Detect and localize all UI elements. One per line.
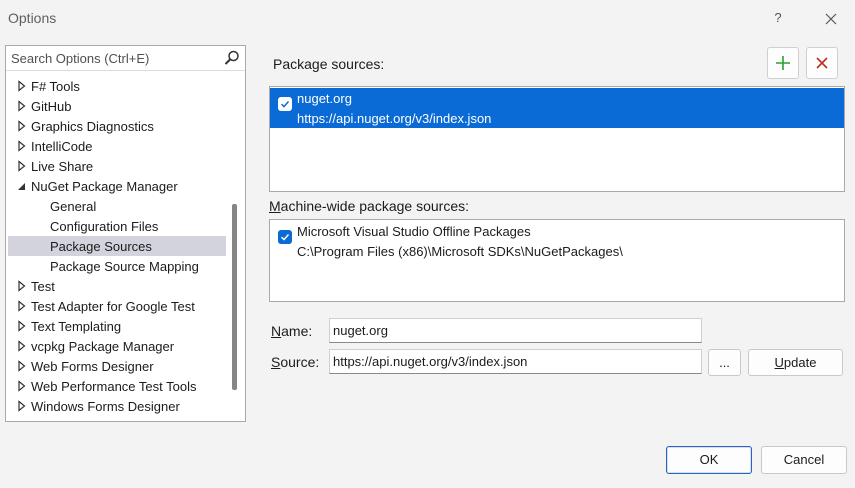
add-source-button[interactable] bbox=[767, 47, 799, 79]
machine-wide-sources-list: Microsoft Visual Studio Offline Packages… bbox=[269, 219, 845, 302]
caret-collapsed-icon[interactable] bbox=[17, 280, 27, 292]
name-field[interactable]: nuget.org bbox=[329, 318, 702, 343]
remove-icon bbox=[816, 57, 828, 69]
search-box[interactable]: Search Options (Ctrl+E) bbox=[6, 46, 245, 71]
tree-item-label: Live Share bbox=[31, 159, 94, 174]
browse-button[interactable]: ... bbox=[708, 349, 741, 376]
cancel-button[interactable]: Cancel bbox=[761, 446, 847, 474]
heading-text: achine-wide package sources: bbox=[280, 198, 470, 214]
tree-item-label: vcpkg Package Manager bbox=[31, 339, 175, 354]
machine-source-row[interactable]: Microsoft Visual Studio Offline Packages… bbox=[270, 221, 844, 261]
caret-expanded-icon[interactable] bbox=[17, 180, 27, 192]
package-sources-list: nuget.org https://api.nuget.org/v3/index… bbox=[269, 86, 845, 192]
checkmark-icon bbox=[280, 101, 290, 108]
tree-item-label: Package Source Mapping bbox=[50, 259, 199, 274]
tree-item-label: NuGet Package Manager bbox=[31, 179, 178, 194]
remove-source-button[interactable] bbox=[806, 47, 838, 79]
tree-item-label: Web Forms Designer bbox=[31, 359, 154, 374]
tree-item[interactable]: Package Source Mapping bbox=[6, 256, 226, 276]
tree-item-label: Package Sources bbox=[50, 239, 152, 254]
tree-item-label: Web Performance Test Tools bbox=[31, 379, 197, 394]
update-button[interactable]: Update bbox=[748, 349, 843, 376]
tree-item-label: Text Templating bbox=[31, 319, 122, 334]
caret-collapsed-icon[interactable] bbox=[17, 160, 27, 172]
tree-item-label: Test Adapter for Google Test bbox=[31, 299, 195, 314]
options-navigation-panel: Search Options (Ctrl+E) F# Tools GitHub Gr… bbox=[5, 45, 246, 422]
tree-item[interactable]: General bbox=[6, 196, 226, 216]
machine-source-path: C:\Program Files (x86)\Microsoft SDKs\Nu… bbox=[297, 244, 623, 259]
tree-item[interactable]: IntelliCode bbox=[6, 136, 226, 156]
tree-item[interactable]: Text Templating bbox=[6, 316, 226, 336]
update-label-text: pdate bbox=[783, 355, 817, 370]
caret-collapsed-icon[interactable] bbox=[17, 300, 27, 312]
tree-item-label: Test bbox=[31, 279, 55, 294]
tree-item[interactable]: Configuration Files bbox=[6, 216, 226, 236]
tree-item[interactable]: NuGet Package Manager bbox=[6, 176, 226, 196]
caret-collapsed-icon[interactable] bbox=[17, 360, 27, 372]
tree-item[interactable]: Live Share bbox=[6, 156, 226, 176]
tree-item-label: F# Tools bbox=[31, 79, 80, 94]
window-title: Options bbox=[8, 10, 57, 26]
source-label-text: ource: bbox=[280, 354, 320, 370]
tree-scrollbar[interactable] bbox=[232, 204, 237, 390]
machine-source-checkbox[interactable] bbox=[278, 230, 292, 244]
package-source-name: nuget.org bbox=[297, 91, 352, 106]
close-button[interactable] bbox=[820, 8, 842, 30]
tree-item-label: IntelliCode bbox=[31, 139, 93, 154]
title-bar: Options ? bbox=[0, 0, 855, 36]
package-source-url: https://api.nuget.org/v3/index.json bbox=[297, 111, 492, 126]
name-access-key: N bbox=[271, 323, 282, 339]
caret-collapsed-icon[interactable] bbox=[17, 140, 27, 152]
caret-collapsed-icon[interactable] bbox=[17, 340, 27, 352]
caret-collapsed-icon[interactable] bbox=[17, 80, 27, 92]
machine-source-name: Microsoft Visual Studio Offline Packages bbox=[297, 224, 531, 239]
tree-item[interactable]: Windows Forms Designer bbox=[6, 396, 226, 416]
caret-collapsed-icon[interactable] bbox=[17, 380, 27, 392]
tree-item-label: Configuration Files bbox=[50, 219, 159, 234]
tree-item[interactable]: vcpkg Package Manager bbox=[6, 336, 226, 356]
tree-item-label: GitHub bbox=[31, 99, 72, 114]
ok-button[interactable]: OK bbox=[666, 446, 752, 474]
close-icon bbox=[825, 13, 837, 25]
name-label: Name: bbox=[271, 323, 312, 339]
package-sources-heading: Package sources: bbox=[273, 56, 385, 72]
search-input[interactable]: Search Options (Ctrl+E) bbox=[11, 51, 149, 66]
tree-item[interactable]: Package Sources bbox=[8, 236, 226, 256]
package-source-checkbox[interactable] bbox=[278, 97, 292, 111]
tree-item[interactable]: GitHub bbox=[6, 96, 226, 116]
tree-item[interactable]: Test bbox=[6, 276, 226, 296]
update-access-key: U bbox=[774, 355, 784, 370]
source-label: Source: bbox=[271, 354, 319, 370]
source-access-key: S bbox=[271, 354, 281, 370]
caret-collapsed-icon[interactable] bbox=[17, 120, 27, 132]
caret-collapsed-icon[interactable] bbox=[17, 100, 27, 112]
tree-item[interactable]: Graphics Diagnostics bbox=[6, 116, 226, 136]
caret-collapsed-icon[interactable] bbox=[17, 320, 27, 332]
source-field[interactable]: https://api.nuget.org/v3/index.json bbox=[329, 349, 702, 374]
checkmark-icon bbox=[280, 234, 290, 241]
help-button[interactable]: ? bbox=[768, 8, 788, 28]
tree-item[interactable]: F# Tools bbox=[6, 76, 226, 96]
tree-item-label: General bbox=[50, 199, 97, 214]
tree-item-label: Graphics Diagnostics bbox=[31, 119, 154, 134]
machine-wide-sources-heading: Machine-wide package sources: bbox=[269, 198, 469, 214]
search-icon[interactable] bbox=[223, 49, 241, 67]
tree-item[interactable]: Web Forms Designer bbox=[6, 356, 226, 376]
caret-collapsed-icon[interactable] bbox=[17, 400, 27, 412]
plus-icon bbox=[776, 56, 790, 70]
tree-item[interactable]: Web Performance Test Tools bbox=[6, 376, 226, 396]
heading-access-key: M bbox=[269, 198, 281, 214]
tree-item[interactable]: Test Adapter for Google Test bbox=[6, 296, 226, 316]
tree-item-label: Windows Forms Designer bbox=[31, 399, 180, 414]
name-label-text: ame: bbox=[281, 323, 313, 339]
package-source-row[interactable]: nuget.org https://api.nuget.org/v3/index… bbox=[270, 88, 844, 128]
